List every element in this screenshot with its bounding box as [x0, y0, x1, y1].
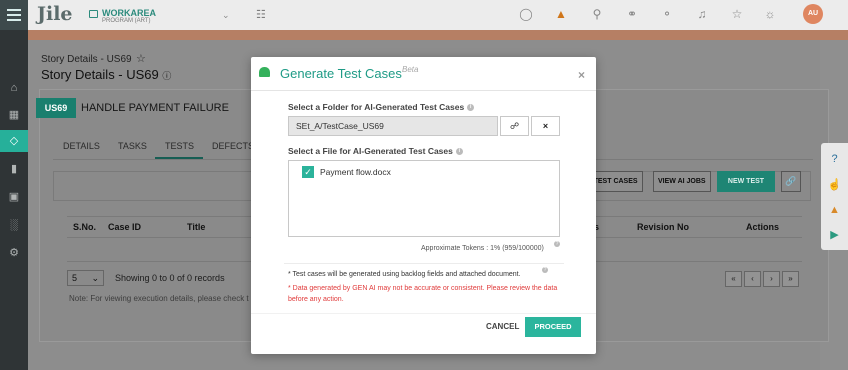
workspace-icon — [89, 10, 98, 18]
generation-note: * Test cases will be generated using bac… — [288, 271, 521, 278]
new-test-button[interactable]: NEW TEST — [717, 171, 775, 192]
column-header-title: Title — [187, 222, 206, 232]
breadcrumb[interactable]: Story Details - US69 — [41, 54, 132, 65]
link-folder-icon[interactable]: ☍ — [500, 116, 529, 136]
search-icon[interactable]: ⚲ — [589, 7, 605, 21]
tab-tests[interactable]: TESTS — [165, 141, 194, 151]
star-icon[interactable]: ☆ — [729, 7, 745, 21]
link-icon[interactable]: 🔗 — [781, 171, 801, 192]
menu-icon[interactable] — [0, 0, 28, 30]
home-icon[interactable]: ⌂ — [4, 79, 24, 97]
hierarchy-icon[interactable]: ☷ — [256, 8, 266, 21]
page-title: Story Details - US69 ⓘ — [41, 67, 172, 82]
app-logo[interactable]: Jile — [37, 3, 73, 25]
story-name: HANDLE PAYMENT FAILURE — [81, 102, 229, 114]
workspace-title[interactable]: WORKAREA — [102, 8, 156, 18]
column-header-sno: S.No. — [73, 222, 97, 232]
file-label: Select a File for AI-Generated Test Case… — [288, 146, 463, 156]
help-icon: ? — [554, 241, 560, 247]
lightbulb-icon[interactable]: ☼ — [762, 7, 778, 21]
layers-icon[interactable]: ◇ — [0, 130, 28, 152]
token-estimate: Approximate Tokens : 1% (959/100000) — [421, 245, 544, 252]
bar-chart-icon[interactable]: ░ — [4, 216, 24, 234]
tab-tasks[interactable]: TASKS — [118, 141, 147, 151]
notification-badge-icon[interactable]: ⚭ — [624, 7, 640, 21]
column-header-revision: Revision No — [637, 222, 690, 232]
next-page-button[interactable]: › — [763, 271, 780, 287]
document-icon[interactable]: ▣ — [4, 188, 24, 206]
column-header-actions: Actions — [746, 222, 780, 232]
column-header-case-id: Case ID — [108, 222, 142, 232]
header-accent-strip — [0, 30, 848, 40]
chat-icon[interactable]: ⚬ — [659, 7, 675, 21]
last-page-button[interactable]: » — [782, 271, 799, 287]
folder-label: Select a Folder for AI-Generated Test Ca… — [288, 102, 475, 112]
settings-icon[interactable]: ⚙ — [4, 244, 24, 262]
records-count: Showing 0 to 0 of 0 records — [115, 273, 225, 283]
android-icon — [259, 67, 270, 77]
proceed-button[interactable]: PROCEED — [525, 317, 581, 337]
favorite-star-icon[interactable]: ☆ — [136, 52, 146, 65]
execution-note: Note: For viewing execution details, ple… — [69, 294, 249, 303]
calendar-icon[interactable]: ▦ — [4, 106, 24, 124]
ai-disclaimer: * Data generated by GEN AI may not be ac… — [288, 285, 558, 303]
active-tab-indicator — [155, 157, 203, 159]
modal-divider — [284, 263, 564, 264]
workspace-subtitle: PROGRAM (ART) — [102, 18, 151, 24]
chevron-down-icon[interactable]: ⌄ — [222, 10, 230, 21]
modal-title: Generate Test Cases — [280, 66, 402, 81]
close-icon[interactable]: × — [578, 68, 585, 82]
help-icon: ? — [542, 267, 548, 273]
megaphone-icon[interactable]: ▶ — [826, 227, 843, 244]
modal-footer-divider — [251, 313, 596, 314]
first-page-button[interactable]: « — [725, 271, 742, 287]
info-icon: i — [455, 148, 463, 156]
check-circle-icon[interactable]: ◯ — [518, 7, 534, 21]
clear-folder-icon[interactable]: × — [531, 116, 560, 136]
avatar[interactable]: AU — [803, 4, 823, 24]
prev-page-button[interactable]: ‹ — [744, 271, 761, 287]
info-icon: i — [467, 104, 475, 112]
book-icon[interactable]: ▮ — [4, 160, 24, 178]
view-ai-jobs-button[interactable]: VIEW AI JOBS — [653, 171, 711, 192]
file-checkbox[interactable]: ✓ — [302, 166, 314, 178]
thumbs-up-icon[interactable]: ☝ — [826, 177, 843, 194]
tab-defects[interactable]: DEFECTS — [212, 141, 254, 151]
cancel-button[interactable]: CANCEL — [486, 322, 519, 331]
bell-icon[interactable]: ♫ — [694, 7, 710, 21]
beta-label: Beta — [402, 65, 419, 74]
help-icon[interactable]: ? — [826, 151, 843, 168]
tab-details[interactable]: DETAILS — [63, 141, 100, 151]
story-badge: US69 — [36, 98, 76, 118]
paint-roller-icon[interactable]: ▲ — [826, 202, 843, 219]
page-size-select[interactable]: 5 ⌄ — [67, 270, 104, 286]
warning-icon[interactable]: ▲ — [553, 7, 569, 21]
folder-field[interactable]: SEt_A/TestCase_US69 — [288, 116, 498, 136]
file-name[interactable]: Payment flow.docx — [320, 167, 391, 177]
